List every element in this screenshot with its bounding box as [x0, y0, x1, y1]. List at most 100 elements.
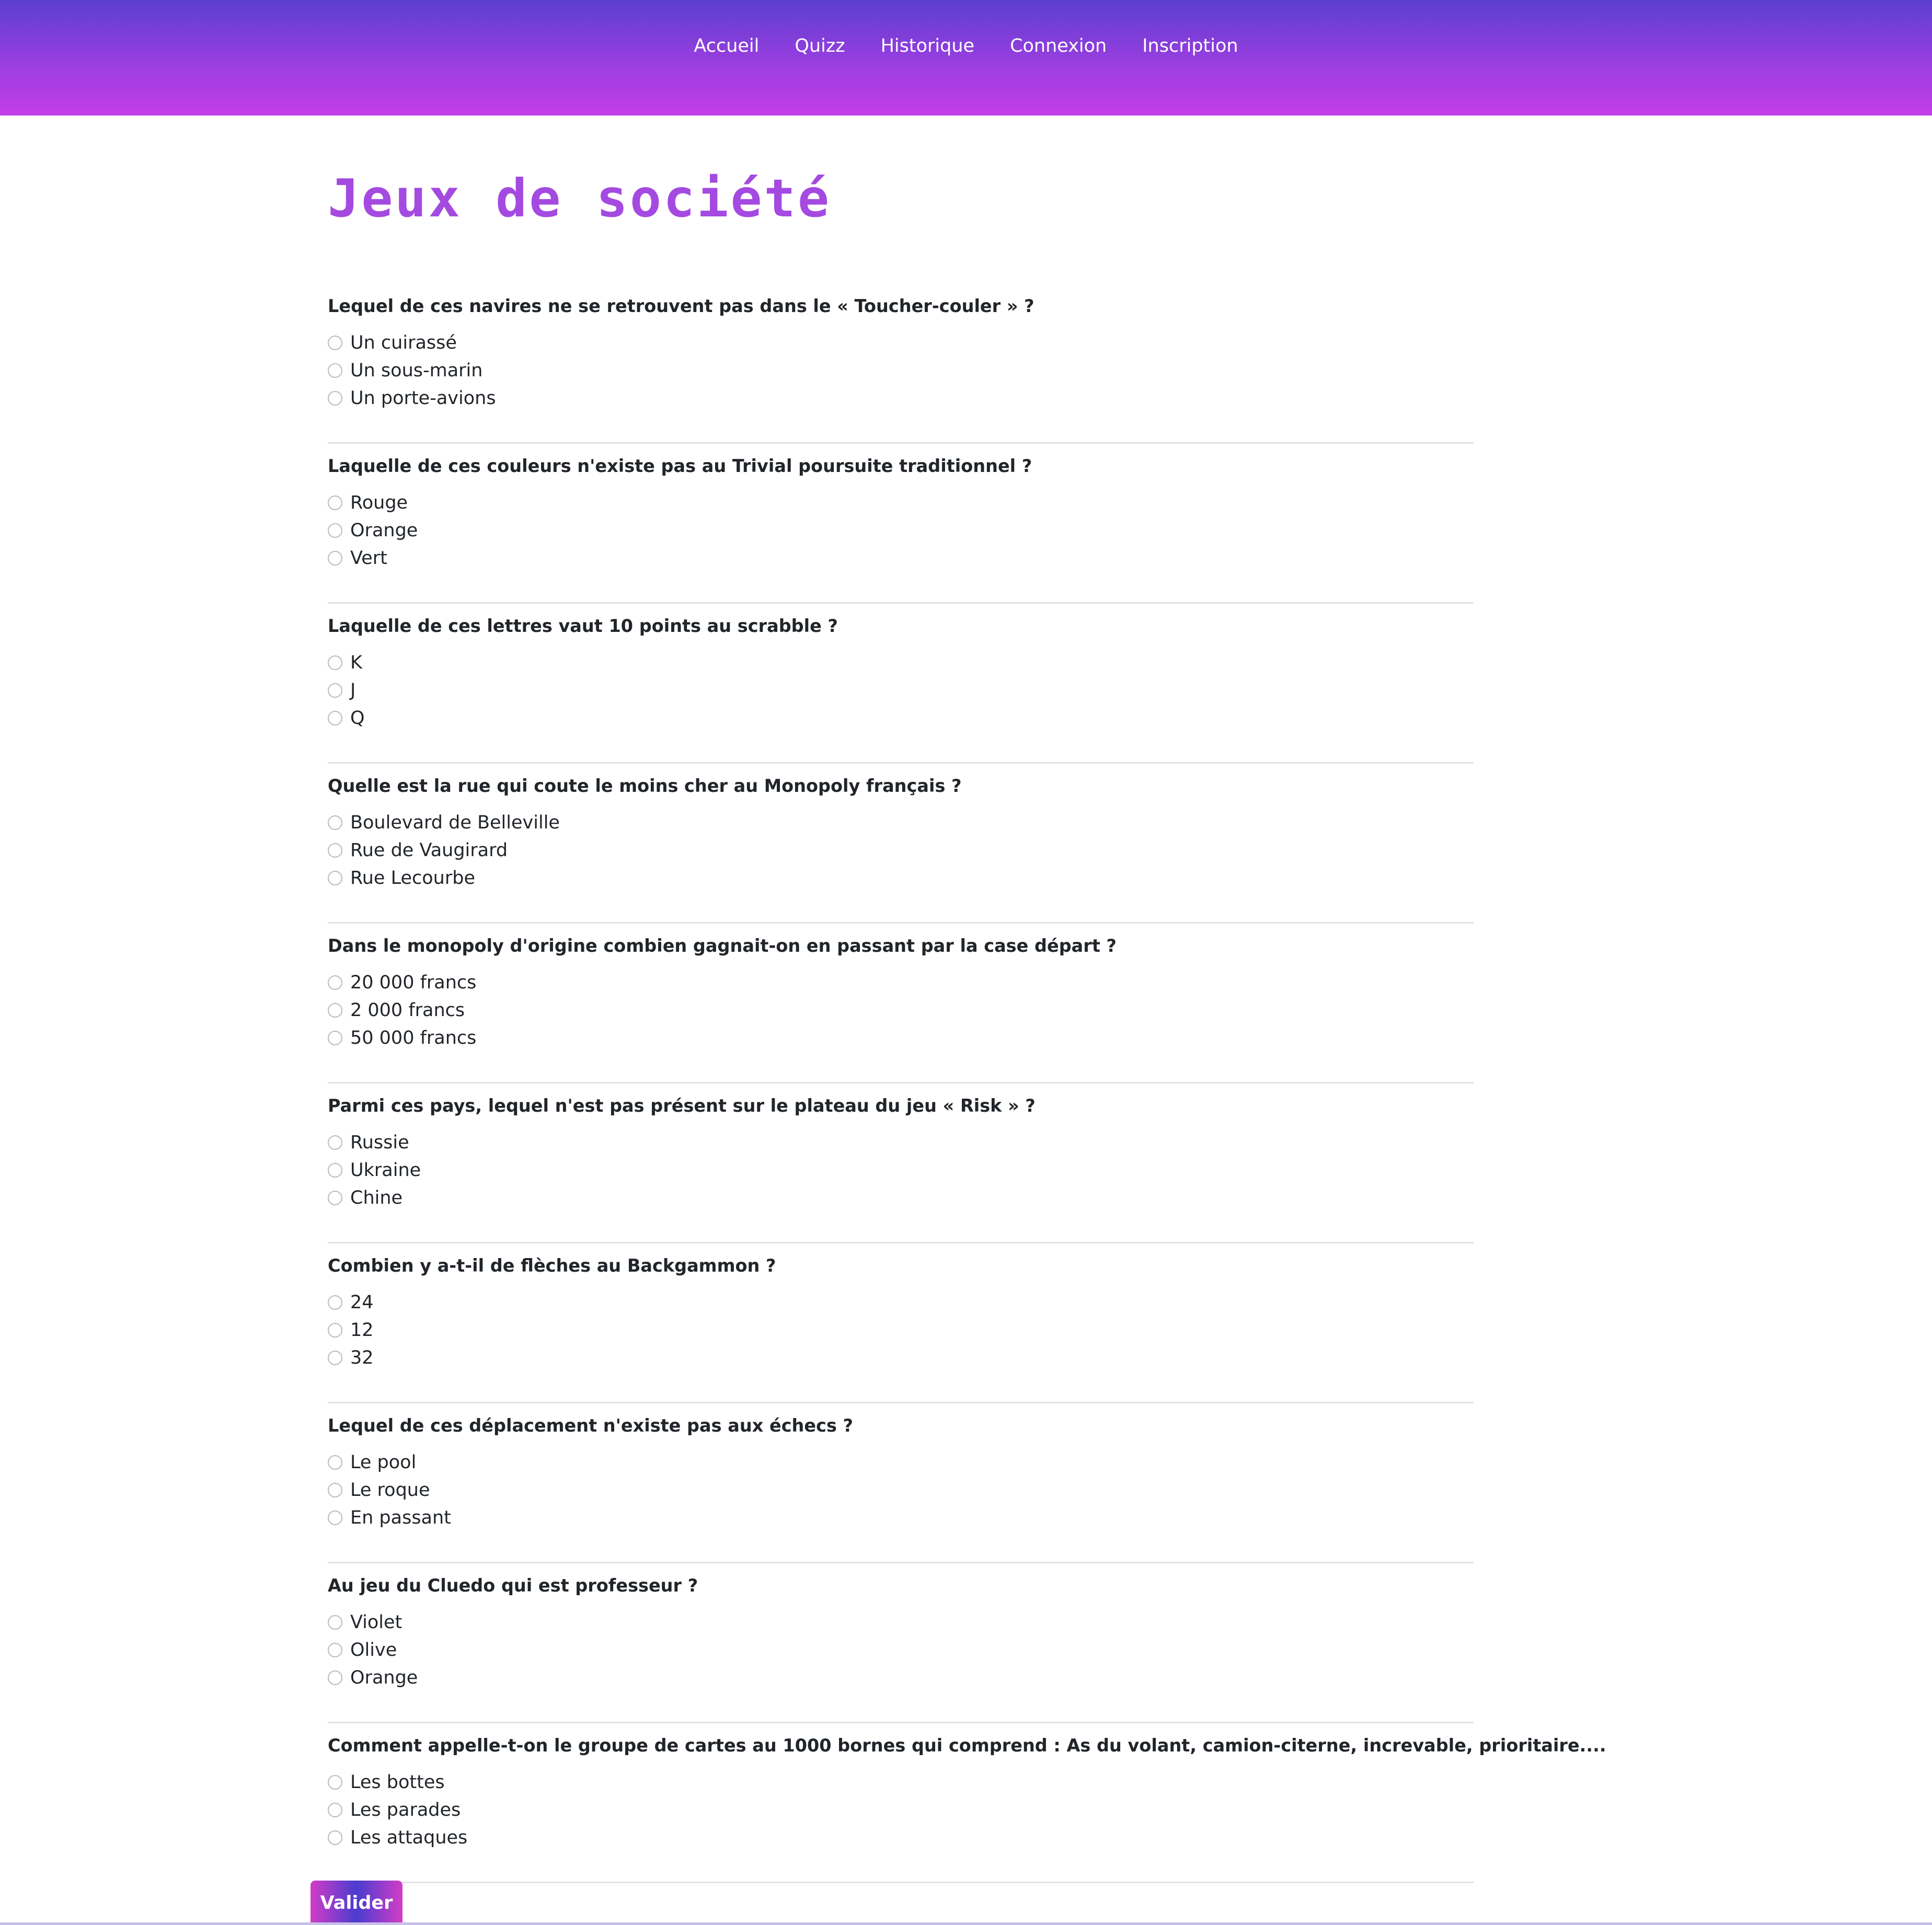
- radio-button[interactable]: [328, 1830, 342, 1845]
- answer-option[interactable]: Le roque: [328, 1476, 451, 1504]
- answer-option[interactable]: 50 000 francs: [328, 1024, 476, 1052]
- question-text: Dans le monopoly d'origine combien gagna…: [328, 936, 1117, 956]
- question-block: Au jeu du Cluedo qui est professeur ? Vi…: [328, 1564, 1474, 1723]
- answer-option[interactable]: 32: [328, 1344, 374, 1371]
- answer-label: Rue de Vaugirard: [350, 839, 508, 861]
- answer-options: Un cuirassé Un sous-marin Un porte-avion…: [328, 329, 496, 412]
- answer-option[interactable]: Les parades: [328, 1796, 467, 1824]
- answer-option[interactable]: Rue Lecourbe: [328, 864, 560, 892]
- answer-option[interactable]: Boulevard de Belleville: [328, 809, 560, 836]
- answer-option[interactable]: Un sous-marin: [328, 356, 496, 384]
- answer-options: Boulevard de Belleville Rue de Vaugirard…: [328, 809, 560, 892]
- question-text: Laquelle de ces lettres vaut 10 points a…: [328, 616, 838, 636]
- nav-link-quizz[interactable]: Quizz: [795, 36, 845, 56]
- radio-button[interactable]: [328, 1482, 342, 1497]
- answer-option[interactable]: J: [328, 676, 365, 704]
- radio-button[interactable]: [328, 843, 342, 858]
- radio-button[interactable]: [328, 870, 342, 885]
- answer-options: Violet Olive Orange: [328, 1608, 418, 1691]
- answer-options: Russie Ukraine Chine: [328, 1128, 421, 1212]
- answer-label: Orange: [350, 520, 418, 541]
- radio-button[interactable]: [328, 1295, 342, 1310]
- radio-button[interactable]: [328, 1642, 342, 1657]
- answer-option[interactable]: 24: [328, 1288, 374, 1316]
- answer-option[interactable]: Ukraine: [328, 1156, 421, 1184]
- answer-option[interactable]: Orange: [328, 1664, 418, 1691]
- answer-options: K J Q: [328, 649, 365, 732]
- radio-button[interactable]: [328, 523, 342, 538]
- answer-option[interactable]: Vert: [328, 544, 418, 572]
- radio-button[interactable]: [328, 1322, 342, 1338]
- answer-option[interactable]: Le pool: [328, 1448, 451, 1476]
- answer-label: 12: [350, 1319, 374, 1341]
- answer-option[interactable]: Chine: [328, 1184, 421, 1212]
- radio-button[interactable]: [328, 683, 342, 698]
- radio-button[interactable]: [328, 1350, 342, 1365]
- radio-button[interactable]: [328, 335, 342, 350]
- radio-button[interactable]: [328, 1002, 342, 1018]
- submit-button[interactable]: Valider: [310, 1881, 402, 1925]
- radio-button[interactable]: [328, 495, 342, 510]
- answer-label: Un sous-marin: [350, 360, 483, 381]
- answer-label: Chine: [350, 1187, 403, 1208]
- answer-options: 20 000 francs 2 000 francs 50 000 francs: [328, 969, 476, 1052]
- answer-option[interactable]: 2 000 francs: [328, 996, 476, 1024]
- nav-link-accueil[interactable]: Accueil: [694, 36, 759, 56]
- answer-label: 24: [350, 1292, 374, 1313]
- answer-label: 32: [350, 1347, 374, 1368]
- answer-label: Violet: [350, 1611, 402, 1633]
- radio-button[interactable]: [328, 390, 342, 406]
- answer-option[interactable]: Orange: [328, 516, 418, 544]
- answer-option[interactable]: Violet: [328, 1608, 418, 1636]
- answer-option[interactable]: Q: [328, 704, 365, 732]
- answer-option[interactable]: En passant: [328, 1504, 451, 1531]
- nav-menu: Accueil Quizz Historique Connexion Inscr…: [0, 30, 1932, 62]
- answer-label: Rue Lecourbe: [350, 867, 475, 889]
- question-text: Quelle est la rue qui coute le moins che…: [328, 776, 962, 796]
- radio-button[interactable]: [328, 710, 342, 725]
- answer-option[interactable]: Rouge: [328, 489, 418, 516]
- radio-button[interactable]: [328, 1190, 342, 1205]
- radio-button[interactable]: [328, 1135, 342, 1150]
- radio-button[interactable]: [328, 363, 342, 378]
- answer-label: En passant: [350, 1507, 451, 1528]
- radio-button[interactable]: [328, 1030, 342, 1045]
- radio-button[interactable]: [328, 1455, 342, 1470]
- nav-link-connexion[interactable]: Connexion: [1010, 36, 1107, 56]
- radio-button[interactable]: [328, 975, 342, 990]
- answer-label: Le pool: [350, 1451, 417, 1473]
- radio-button[interactable]: [328, 1510, 342, 1525]
- answer-option[interactable]: Rue de Vaugirard: [328, 836, 560, 864]
- answer-option[interactable]: Russie: [328, 1128, 421, 1156]
- answer-option[interactable]: Un porte-avions: [328, 384, 496, 412]
- question-text: Parmi ces pays, lequel n'est pas présent…: [328, 1096, 1036, 1116]
- radio-button[interactable]: [328, 815, 342, 830]
- answer-label: Un porte-avions: [350, 387, 496, 409]
- question-text: Au jeu du Cluedo qui est professeur ?: [328, 1575, 698, 1596]
- answer-option[interactable]: Un cuirassé: [328, 329, 496, 356]
- bottom-divider: [0, 1922, 1932, 1925]
- answer-option[interactable]: 20 000 francs: [328, 969, 476, 996]
- answer-option[interactable]: Olive: [328, 1636, 418, 1664]
- question-block: Quelle est la rue qui coute le moins che…: [328, 765, 1474, 924]
- radio-button[interactable]: [328, 1802, 342, 1817]
- answer-label: Orange: [350, 1667, 418, 1688]
- question-block: Laquelle de ces couleurs n'existe pas au…: [328, 445, 1474, 604]
- answer-option[interactable]: 12: [328, 1316, 374, 1344]
- nav-link-inscription[interactable]: Inscription: [1142, 36, 1238, 56]
- radio-button[interactable]: [328, 1615, 342, 1630]
- quiz-form: Lequel de ces navires ne se retrouvent p…: [328, 285, 1606, 1883]
- radio-button[interactable]: [328, 1670, 342, 1685]
- answer-option[interactable]: K: [328, 649, 365, 676]
- answer-option[interactable]: Les attaques: [328, 1824, 467, 1851]
- radio-button[interactable]: [328, 655, 342, 670]
- answer-option[interactable]: Les bottes: [328, 1768, 467, 1796]
- answer-label: Q: [350, 707, 365, 729]
- radio-button[interactable]: [328, 1162, 342, 1178]
- radio-button[interactable]: [328, 1774, 342, 1790]
- question-text: Comment appelle-t-on le groupe de cartes…: [328, 1735, 1606, 1756]
- answer-options: Le pool Le roque En passant: [328, 1448, 451, 1531]
- answer-label: K: [350, 652, 362, 673]
- radio-button[interactable]: [328, 550, 342, 566]
- nav-link-historique[interactable]: Historique: [881, 36, 974, 56]
